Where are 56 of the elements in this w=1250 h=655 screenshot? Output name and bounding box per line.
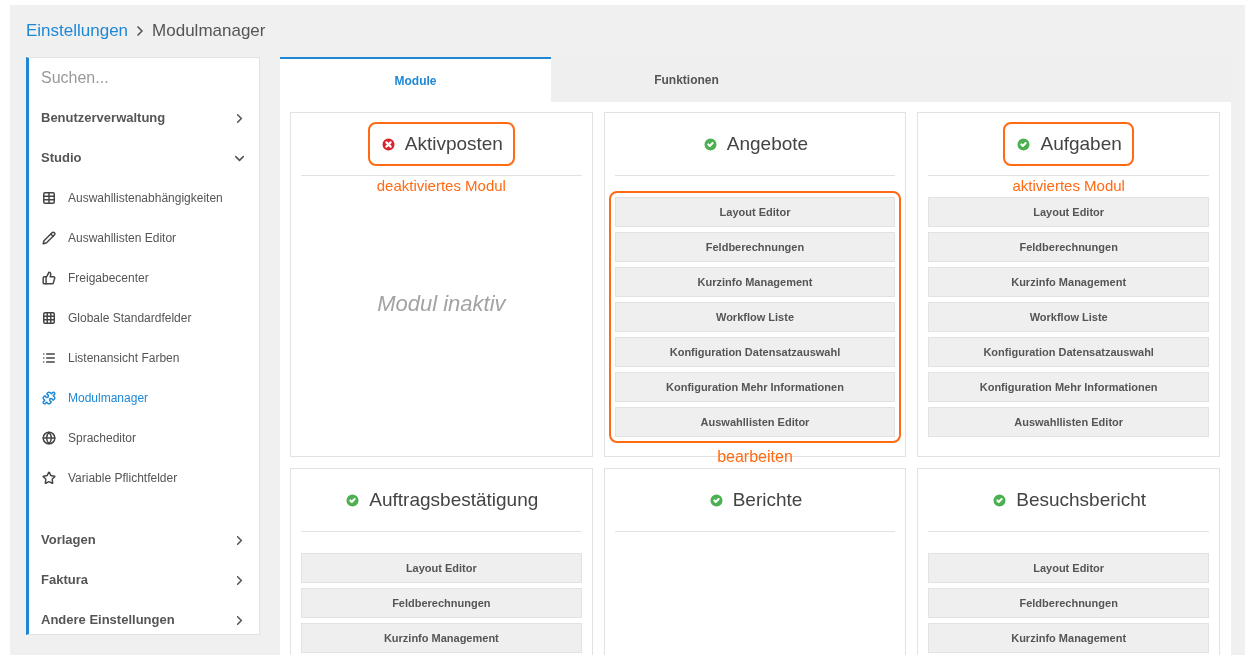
globe-icon <box>42 431 56 445</box>
grid-icon <box>42 311 56 325</box>
module-action-button[interactable]: Auswahllisten Editor <box>614 407 896 437</box>
module-action-button[interactable]: Kurzinfo Management <box>928 623 1209 653</box>
tab[interactable]: Module <box>280 57 551 102</box>
puzzle-icon <box>42 391 56 405</box>
sidebar-section[interactable]: Vorlagen <box>29 520 259 560</box>
annotation: bearbeiten <box>716 447 794 467</box>
module-title: Auftragsbestätigung <box>332 477 551 523</box>
module-action-button[interactable]: Konfiguration Mehr Informationen <box>614 372 896 402</box>
module-action-button[interactable]: Auswahllisten Editor <box>928 407 1209 437</box>
module-action-button[interactable]: Kurzinfo Management <box>614 267 896 297</box>
table-icon <box>42 191 56 205</box>
module-title: Besuchsbericht <box>979 477 1159 523</box>
module-action-button[interactable]: Feldberechnungen <box>928 232 1209 262</box>
module-action-button[interactable]: Layout Editor <box>301 553 582 583</box>
pencil-icon <box>42 231 56 245</box>
module-title: Aufgaben <box>1003 121 1134 167</box>
sidebar-section[interactable]: Studio <box>29 138 259 178</box>
module-action-button[interactable]: Feldberechnungen <box>614 232 896 262</box>
module-action-button[interactable]: Workflow Liste <box>928 302 1209 332</box>
module-title: Berichte <box>695 477 815 523</box>
module-action-button[interactable]: Kurzinfo Management <box>928 267 1209 297</box>
module-action-button[interactable]: Workflow Liste <box>614 302 896 332</box>
module-action-button[interactable]: Kurzinfo Management <box>301 623 582 653</box>
module-action-button[interactable]: Layout Editor <box>614 197 896 227</box>
sidebar-item[interactable]: Variable Pflichtfelder <box>29 458 259 498</box>
breadcrumb-link[interactable]: Einstellungen <box>26 18 129 44</box>
module-action-button[interactable]: Layout Editor <box>928 553 1209 583</box>
sidebar-item[interactable]: Auswahllisten Editor <box>29 218 259 258</box>
module-action-button[interactable]: Feldberechnungen <box>928 588 1209 618</box>
sidebar-section[interactable]: Faktura <box>29 560 259 600</box>
sidebar-item[interactable]: Freigabecenter <box>29 258 259 298</box>
breadcrumb-current: Modulmanager <box>152 20 266 43</box>
sidebar-section[interactable]: Benutzerverwaltung <box>29 98 259 138</box>
thumbs-up-icon <box>42 271 56 285</box>
module-action-button[interactable]: Feldberechnungen <box>301 588 582 618</box>
module-action-button[interactable]: Konfiguration Mehr Informationen <box>928 372 1209 402</box>
annotation: deaktiviertes Modul <box>375 178 507 194</box>
sidebar-item[interactable]: Listenansicht Farben <box>29 338 259 378</box>
sidebar-item[interactable]: Auswahllistenabhängigkeiten <box>29 178 259 218</box>
search-field[interactable]: Suchen... <box>29 58 259 98</box>
tab[interactable]: Funktionen <box>551 57 822 102</box>
list-icon <box>42 351 56 365</box>
module-title: Aktivposten <box>367 121 515 167</box>
module-action-button[interactable]: Layout Editor <box>928 197 1209 227</box>
sidebar-section[interactable]: Andere Einstellungen <box>29 600 259 640</box>
annotation: aktiviertes Modul <box>1011 178 1126 194</box>
module-action-button[interactable]: Konfiguration Datensatzauswahl <box>614 337 896 367</box>
sidebar-item[interactable]: Modulmanager <box>29 378 259 418</box>
star-icon <box>42 471 56 485</box>
inactive-label: Modul inaktiv <box>377 289 506 318</box>
module-title: Angebote <box>689 121 821 167</box>
sidebar-item[interactable]: Globale Standardfelder <box>29 298 259 338</box>
module-action-button[interactable]: Konfiguration Datensatzauswahl <box>928 337 1209 367</box>
sidebar-item[interactable]: Spracheditor <box>29 418 259 458</box>
